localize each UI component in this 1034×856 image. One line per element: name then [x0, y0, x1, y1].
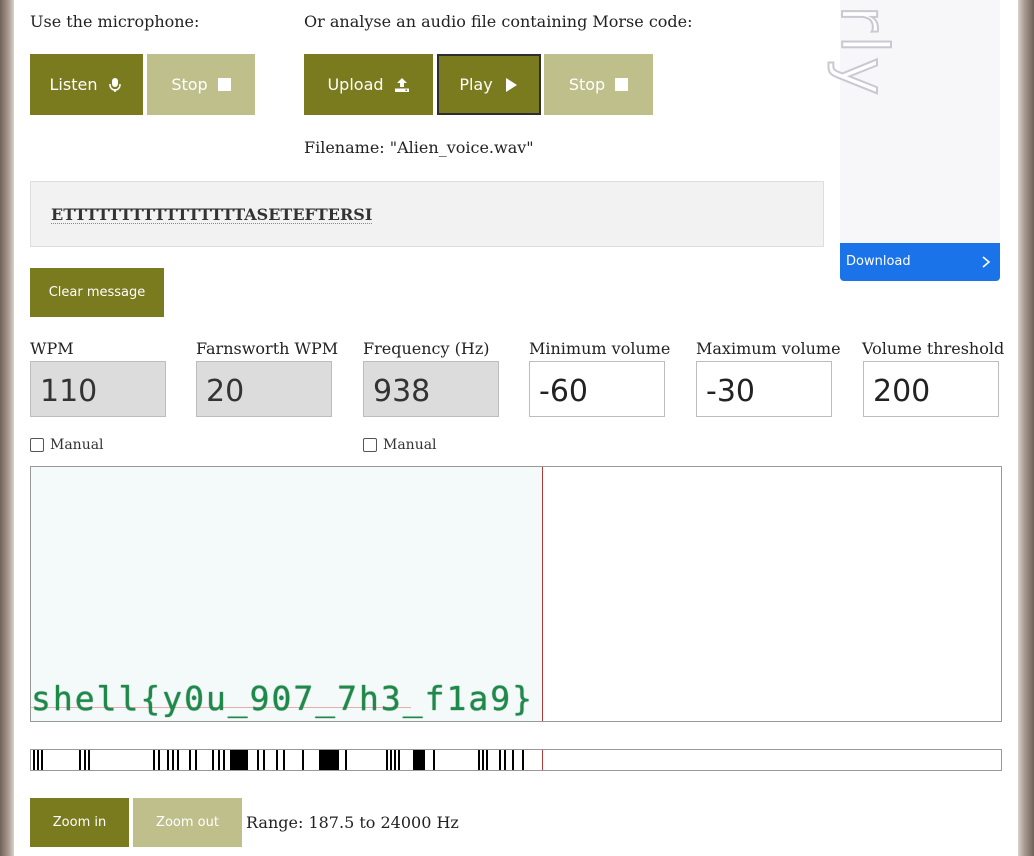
wpm-label: WPM — [30, 339, 74, 358]
threshold-field[interactable]: 200 — [863, 361, 999, 417]
min-volume-field[interactable]: -60 — [529, 361, 665, 417]
mic-stop-button-label: Stop — [171, 75, 208, 94]
max-volume-label: Maximum volume — [696, 339, 841, 358]
checkbox-box[interactable] — [363, 438, 377, 452]
play-button[interactable]: Play — [437, 54, 541, 115]
upload-icon — [394, 77, 409, 92]
zoom-out-button[interactable]: Zoom out — [133, 798, 242, 847]
decoded-message-box: ETTTTTTTTTTTTTTTTASETEFTERSI — [30, 181, 824, 247]
wpm-manual-label: Manual — [50, 437, 104, 453]
upload-button[interactable]: Upload — [304, 54, 433, 115]
spectrogram-canvas[interactable]: shell{y0u_907_7h3_f1a9} — [30, 466, 1002, 722]
farnsworth-field[interactable]: 20 — [196, 361, 332, 417]
ad-download-label: Download — [846, 254, 911, 269]
wpm-manual-checkbox[interactable]: Manual — [30, 437, 104, 453]
clear-message-button-label: Clear message — [48, 285, 146, 300]
stop-icon — [615, 78, 629, 91]
stop-icon — [217, 78, 231, 91]
frequency-range-text: Range: 187.5 to 24000 Hz — [246, 813, 459, 832]
wpm-field[interactable]: 110 — [30, 361, 166, 417]
chevron-right-icon — [982, 256, 991, 268]
zoom-in-label: Zoom in — [52, 815, 107, 830]
decoded-message-text: ETTTTTTTTTTTTTTTTASETEFTERSI — [51, 205, 373, 224]
frequency-field[interactable]: 938 — [363, 361, 499, 417]
threshold-label: Volume threshold — [862, 339, 1005, 358]
max-volume-field[interactable]: -30 — [696, 361, 832, 417]
ad-graphic-text: arly — [825, 0, 901, 100]
filename-text: Filename: "Alien_voice.wav" — [304, 138, 534, 157]
min-volume-label: Minimum volume — [529, 339, 671, 358]
morse-timeline[interactable] — [30, 749, 1002, 771]
listen-button-label: Listen — [49, 75, 98, 94]
morse-bars — [33, 750, 524, 770]
file-stop-button[interactable]: Stop — [544, 54, 653, 115]
page: Use the microphone: Listen Stop Or analy… — [14, 0, 1018, 856]
file-section-label: Or analyse an audio file containing Mors… — [304, 12, 693, 31]
checkbox-box[interactable] — [30, 438, 44, 452]
window-frame-left — [0, 0, 14, 856]
file-stop-button-label: Stop — [568, 75, 606, 94]
listen-button[interactable]: Listen — [30, 54, 143, 115]
upload-button-label: Upload — [327, 75, 384, 94]
timeline-cursor — [542, 750, 543, 770]
frequency-manual-label: Manual — [383, 437, 437, 453]
window-frame-right — [1018, 0, 1034, 856]
frequency-manual-checkbox[interactable]: Manual — [363, 437, 437, 453]
zoom-out-label: Zoom out — [156, 815, 219, 830]
microphone-label: Use the microphone: — [30, 12, 200, 31]
play-button-label: Play — [459, 75, 493, 94]
spectrogram-text: shell{y0u_907_7h3_f1a9} — [31, 679, 534, 718]
clear-message-button[interactable]: Clear message — [30, 268, 164, 317]
play-icon — [505, 77, 517, 92]
ad-download-button[interactable]: Download — [840, 243, 1000, 281]
zoom-in-button[interactable]: Zoom in — [30, 798, 129, 847]
advertisement[interactable]: arly Download — [825, 0, 1000, 281]
frequency-label: Frequency (Hz) — [363, 339, 490, 358]
playback-cursor — [542, 467, 543, 721]
mic-stop-button[interactable]: Stop — [147, 54, 255, 115]
microphone-icon — [109, 77, 122, 92]
farnsworth-label: Farnsworth WPM — [196, 339, 339, 358]
